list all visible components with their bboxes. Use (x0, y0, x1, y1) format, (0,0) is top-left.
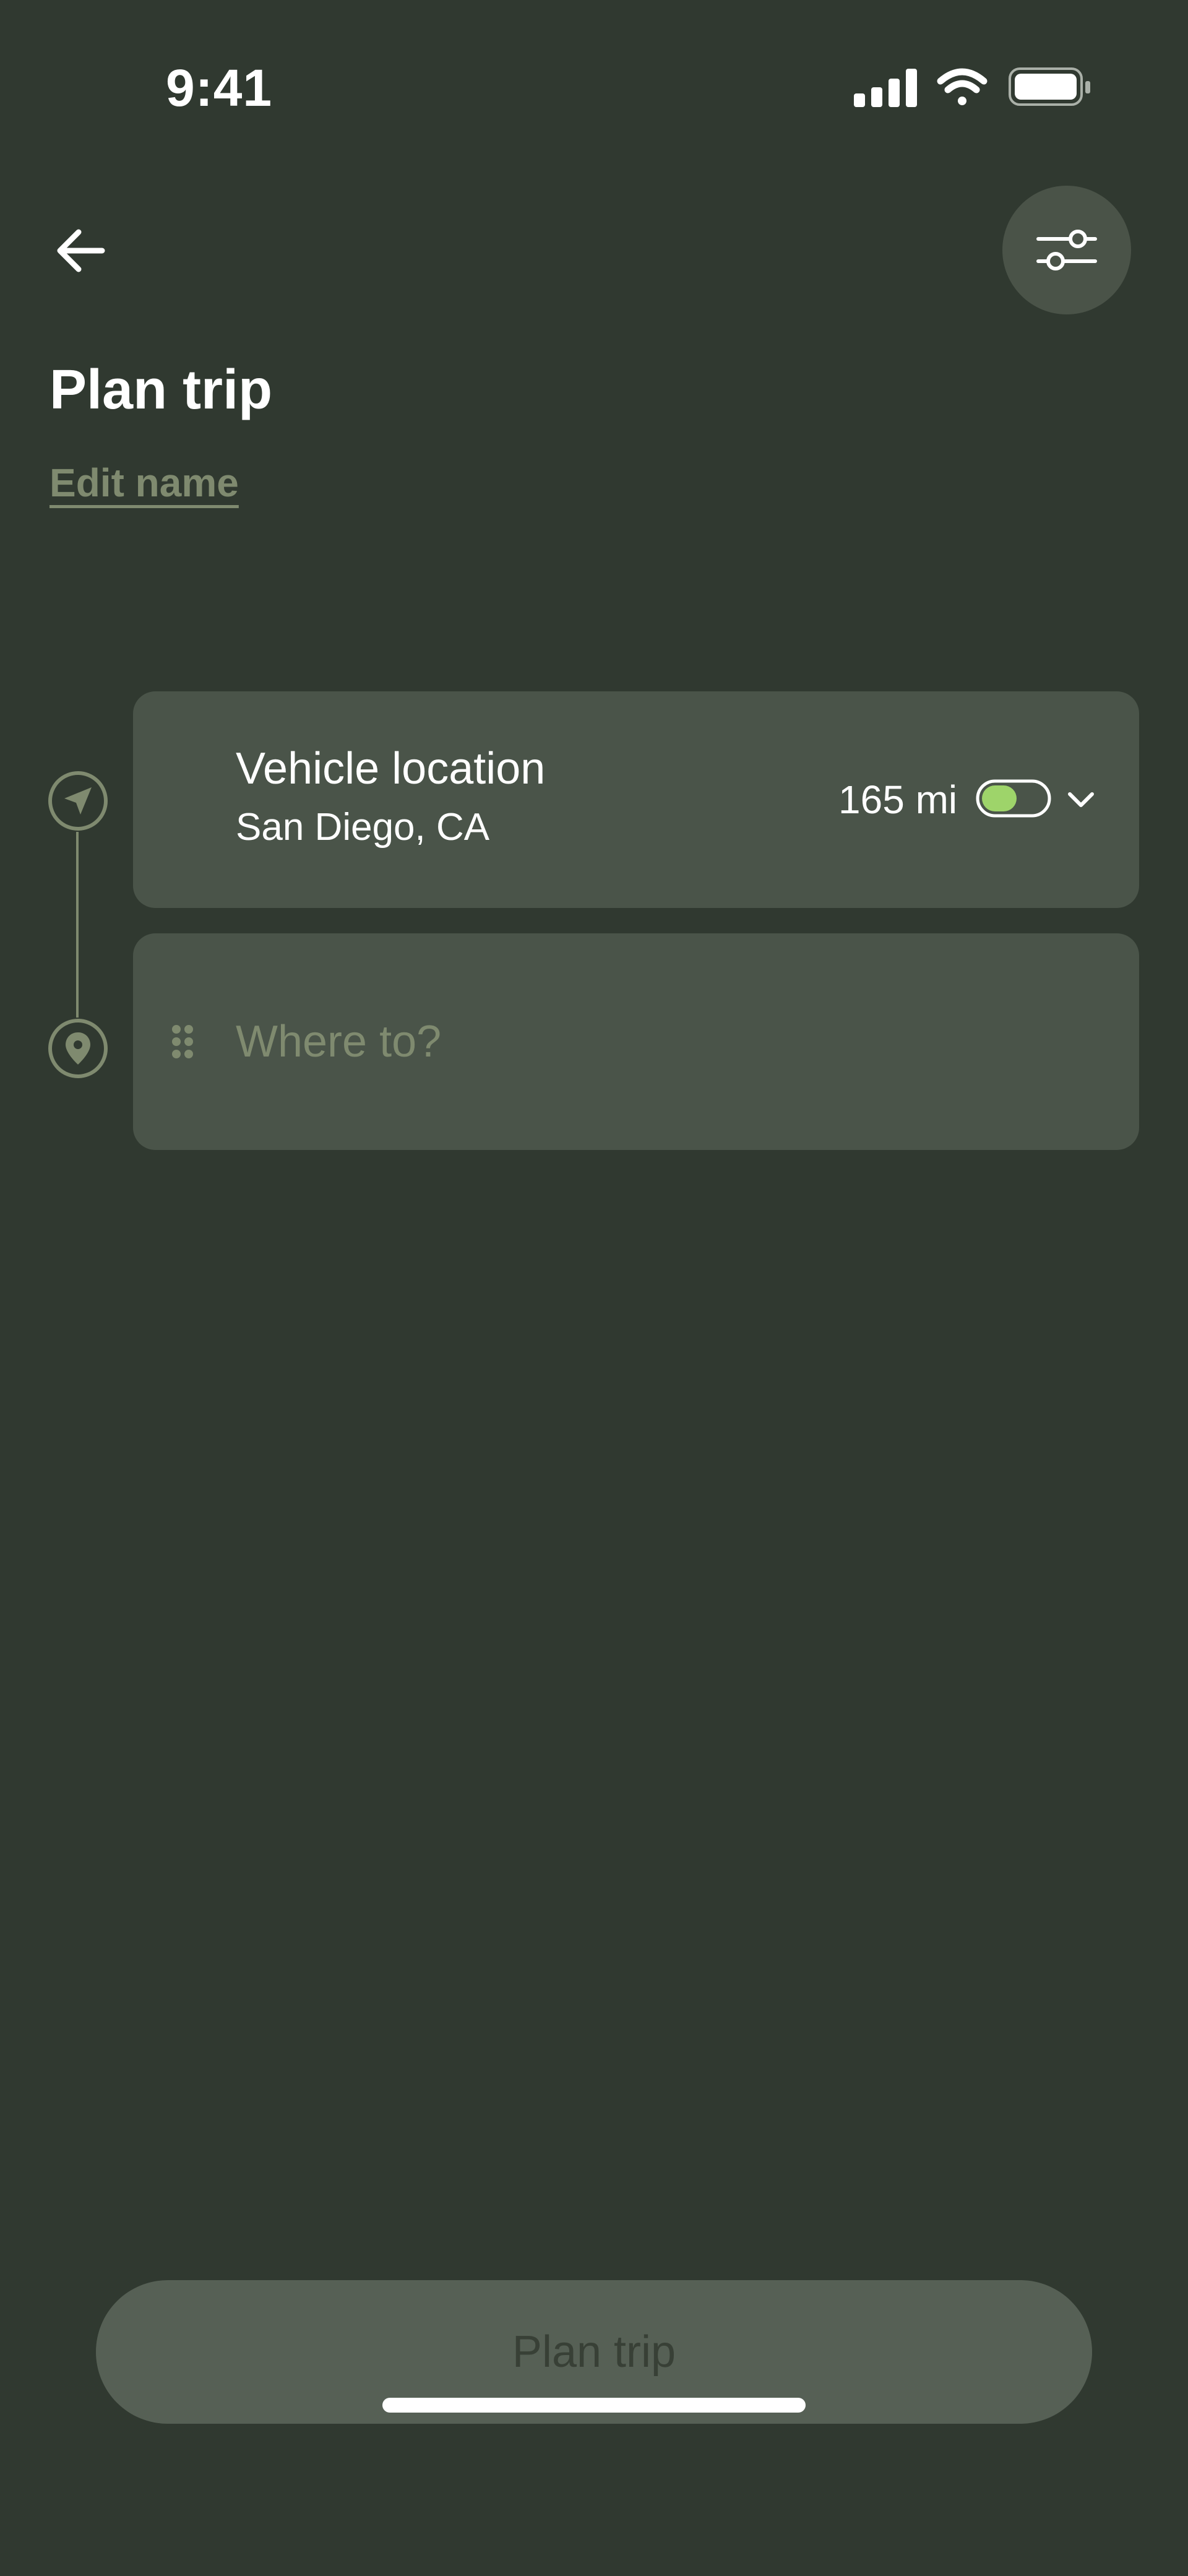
status-time: 9:41 (166, 59, 273, 117)
origin-title: Vehicle location (236, 744, 546, 793)
back-button[interactable] (43, 217, 118, 285)
route-connector-line (76, 832, 79, 1018)
status-icons (854, 67, 1090, 107)
sliders-icon (1036, 230, 1097, 270)
origin-subtitle: San Diego, CA (236, 806, 490, 849)
chevron-down-icon[interactable] (1064, 784, 1098, 815)
battery-level-icon (976, 779, 1051, 818)
destination-card[interactable]: Where to? (133, 933, 1139, 1150)
page-title: Plan trip (50, 359, 273, 421)
range-text: 165 mi (838, 777, 958, 822)
wifi-icon (937, 68, 988, 105)
arrow-left-icon (57, 229, 105, 272)
plan-trip-button-label: Plan trip (512, 2327, 676, 2377)
drag-handle-icon[interactable] (170, 1023, 195, 1060)
battery-icon (1009, 67, 1090, 106)
navigation-arrow-icon (48, 771, 108, 831)
destination-input[interactable]: Where to? (236, 1014, 441, 1070)
edit-name-link[interactable]: Edit name (50, 458, 239, 508)
cellular-signal-icon (854, 69, 917, 107)
trip-settings-button[interactable] (1002, 186, 1131, 314)
home-indicator (382, 2398, 806, 2413)
origin-card[interactable]: Vehicle location San Diego, CA 165 mi (133, 691, 1139, 908)
map-pin-icon (48, 1019, 108, 1078)
